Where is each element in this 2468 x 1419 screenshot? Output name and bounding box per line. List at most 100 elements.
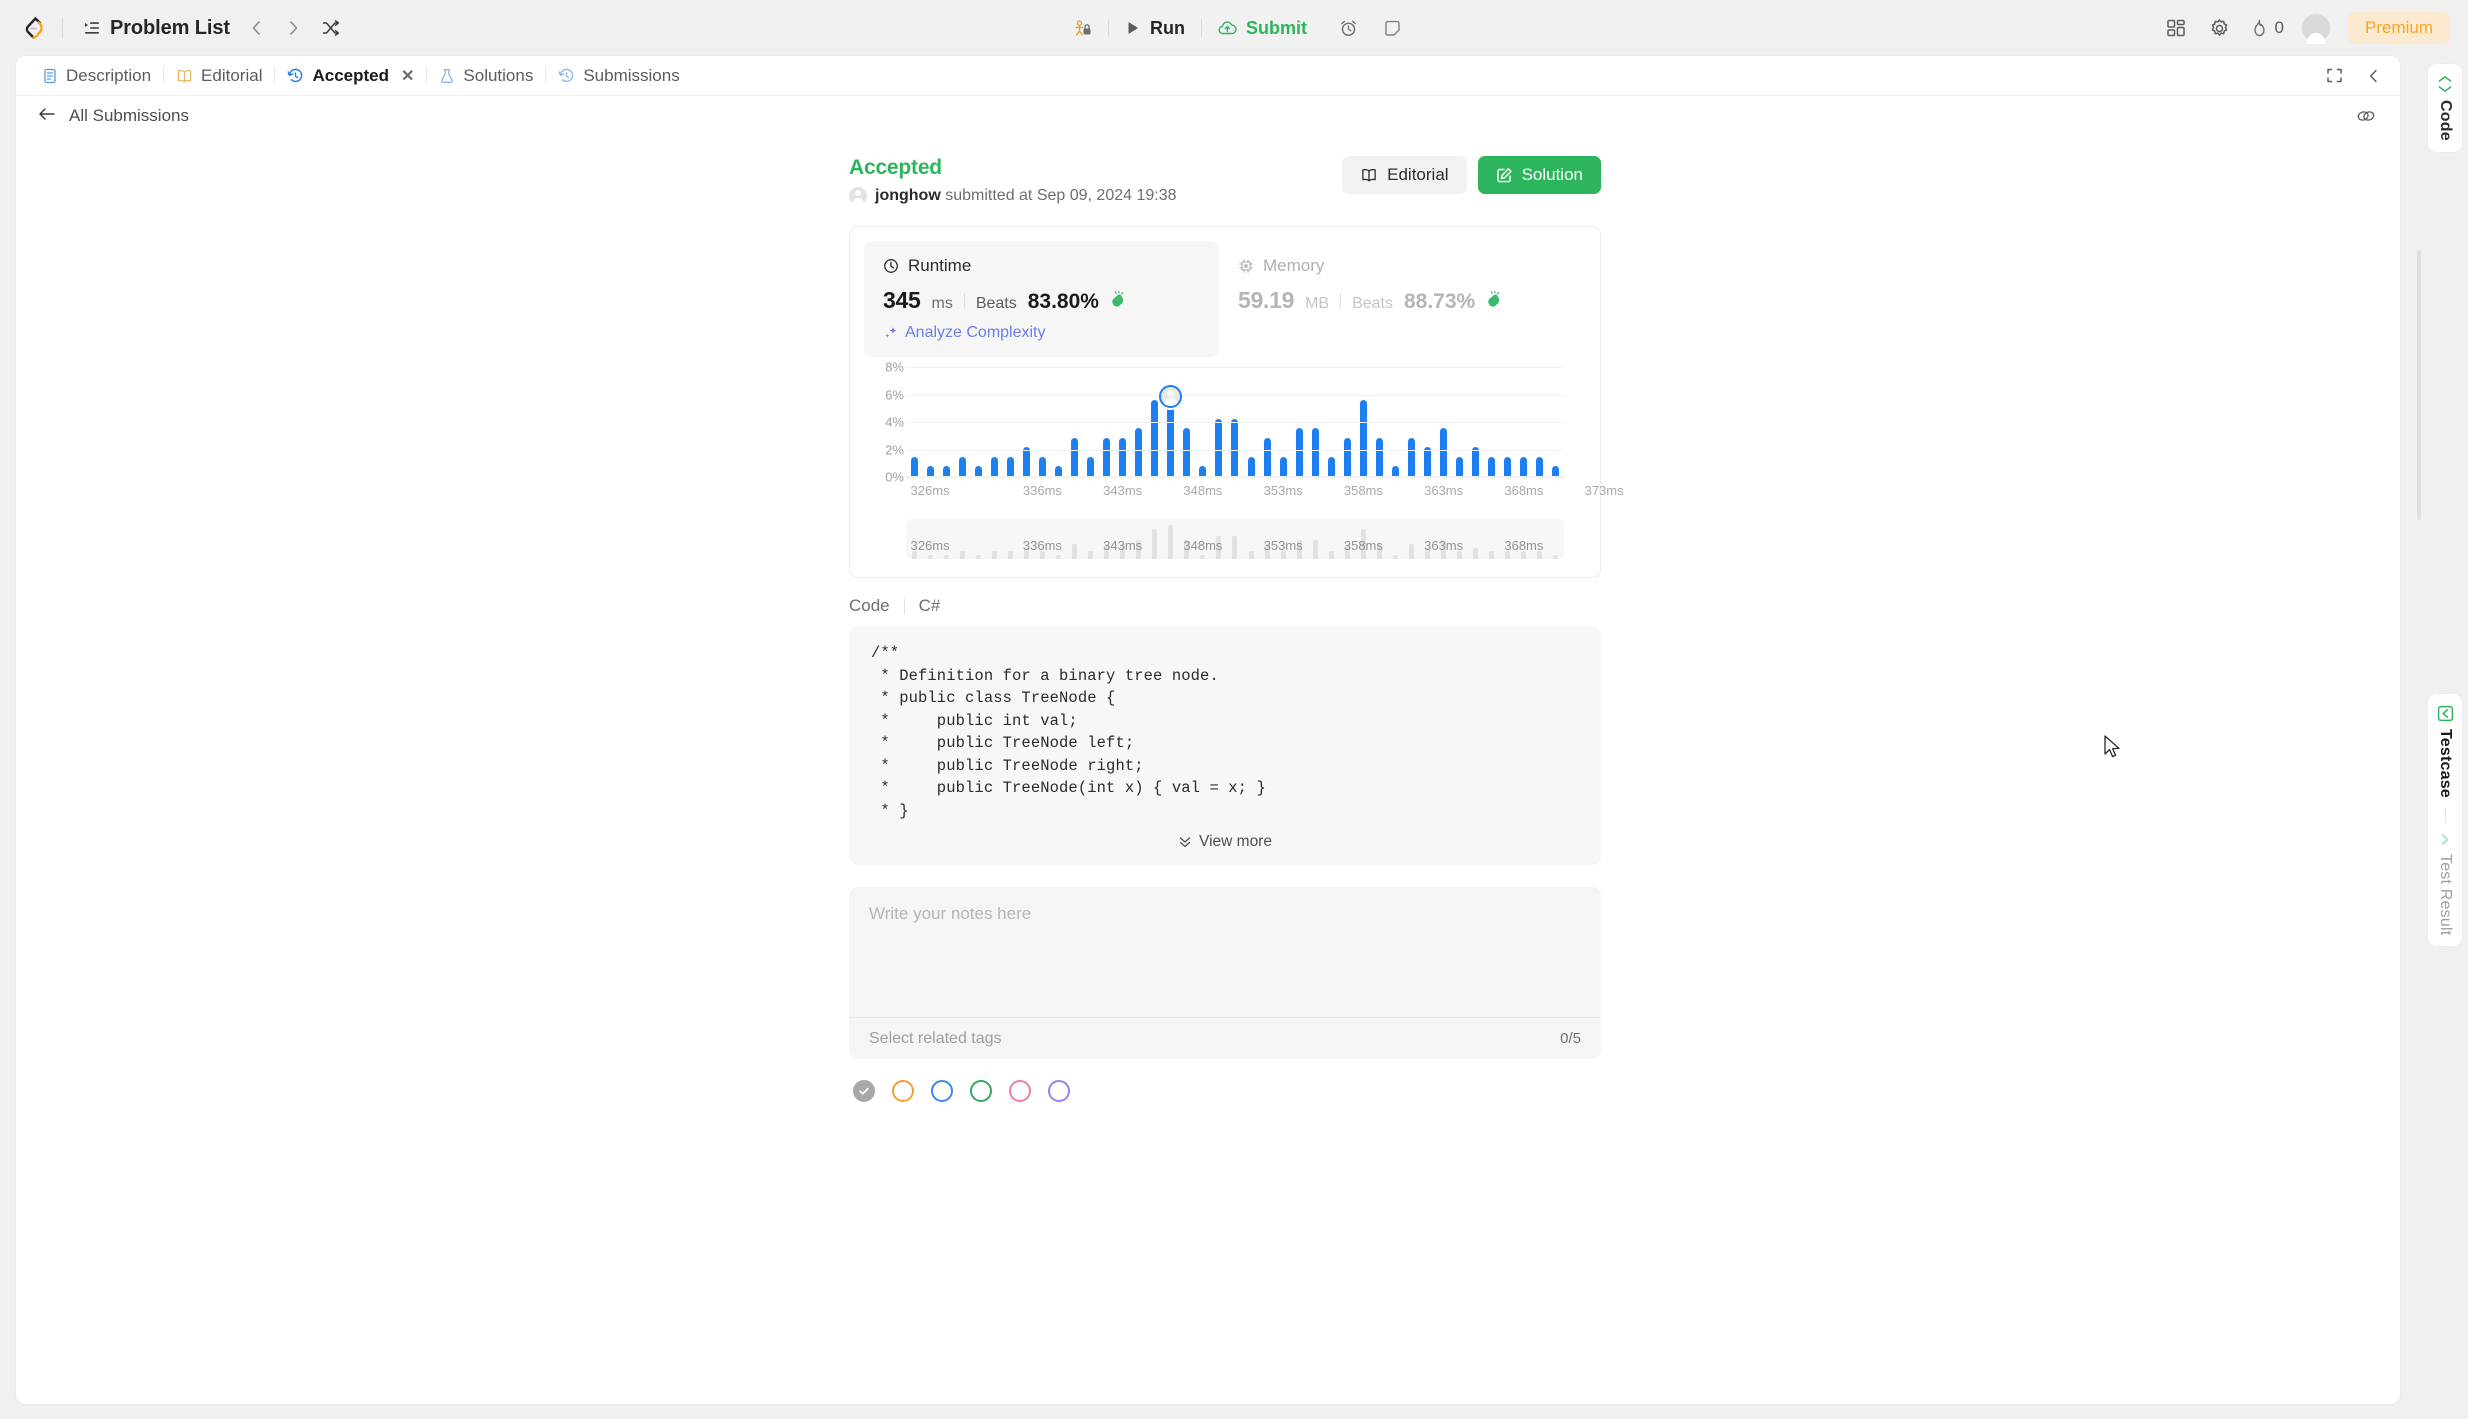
chart-range-minimap[interactable]: 326ms 336ms 343ms 348ms 353ms 358ms 363ms 368ms… [906,519,1564,559]
scrollbar-track[interactable] [2417,250,2421,1290]
tab-description[interactable]: Description [30,59,163,93]
chart-bar[interactable] [910,456,918,476]
chart-bar-slot[interactable] [1291,366,1307,476]
note-icon[interactable] [1373,11,1411,45]
chart-bar[interactable] [1424,447,1432,476]
scrollbar-thumb[interactable] [2417,250,2421,520]
chart-bar-slot[interactable] [1500,366,1516,476]
chart-bar-slot[interactable] [1548,366,1564,476]
alarm-clock-icon[interactable] [1329,11,1367,45]
chart-bar[interactable] [1488,456,1496,476]
chart-bar-slot[interactable] [1468,366,1484,476]
chart-bar-slot[interactable] [1002,366,1018,476]
chart-bar[interactable] [1343,437,1351,476]
chart-bar-slot[interactable] [1066,366,1082,476]
chart-bar[interactable] [1183,427,1191,476]
chart-bar-slot[interactable] [1243,366,1259,476]
collapse-panel-icon[interactable] [2362,64,2386,88]
gear-icon[interactable] [2207,15,2233,41]
chart-bar-slot[interactable] [1131,366,1147,476]
chart-bar-slot[interactable] [1115,366,1131,476]
chart-bar-slot[interactable] [1387,366,1403,476]
chart-bar[interactable] [1552,466,1560,476]
tab-editorial[interactable]: Editorial [164,59,274,93]
streak-counter[interactable]: 0 [2251,18,2284,38]
chevron-right-icon[interactable] [278,13,308,43]
chart-bar-slot[interactable] [986,366,1002,476]
chart-bar[interactable] [1103,437,1111,476]
chart-bar-slot[interactable] [970,366,986,476]
chart-bar[interactable] [1536,456,1544,476]
color-dot-orange[interactable] [892,1080,914,1102]
chart-bar[interactable] [1504,456,1512,476]
chart-bar[interactable] [1407,437,1415,476]
chart-bar[interactable] [1231,418,1239,476]
chevron-right-small-icon[interactable] [2438,832,2453,847]
chart-bar[interactable] [1327,456,1335,476]
chart-bar[interactable] [1520,456,1528,476]
chart-bar-slot[interactable] [1018,366,1034,476]
chart-bar-slot[interactable] [1147,366,1163,476]
chart-bar[interactable] [1472,447,1480,476]
chart-bar[interactable] [1151,399,1159,476]
analyze-complexity-link[interactable]: Analyze Complexity [883,324,1200,342]
submit-button[interactable]: Submit [1202,11,1323,45]
chart-bar[interactable] [1199,466,1207,476]
chart-bar[interactable] [1263,437,1271,476]
chart-bar-slot[interactable] [1516,366,1532,476]
chart-bar-slot[interactable] [1163,366,1179,476]
avatar[interactable] [2301,14,2330,44]
testcase-rail-label[interactable]: Testcase [2436,729,2454,798]
checkbox-square-icon[interactable] [2437,705,2454,722]
chart-bar-slot[interactable] [1484,366,1500,476]
shuffle-icon[interactable] [316,13,346,43]
color-dot-gray[interactable] [853,1080,875,1102]
leetcode-logo-icon[interactable] [18,13,48,43]
chart-bar[interactable] [942,466,950,476]
all-submissions-back-link[interactable]: All Submissions [38,105,189,127]
chart-bar[interactable] [926,466,934,476]
chart-bar[interactable] [1215,418,1223,476]
chart-bar-slot[interactable] [1307,366,1323,476]
chart-bar-slot[interactable] [922,366,938,476]
memory-metric-box[interactable]: Memory 59.19 MB Beats 88.73% [1219,241,1574,357]
chart-bar-slot[interactable] [1211,366,1227,476]
link-icon[interactable] [2354,104,2378,128]
chart-bar-slot[interactable] [1403,366,1419,476]
chart-bar-slot[interactable] [906,366,922,476]
chart-bar-slot[interactable] [1339,366,1355,476]
color-dot-purple[interactable] [1048,1080,1070,1102]
test-result-rail-label[interactable]: Test Result [2436,854,2454,935]
runtime-metric-box[interactable]: Runtime 345 ms Beats 83.80% Analyze Comp… [864,241,1219,357]
fullscreen-icon[interactable] [2322,64,2346,88]
editorial-button[interactable]: Editorial [1342,156,1467,194]
tab-solutions[interactable]: Solutions [427,59,545,93]
notes-panel[interactable]: Write your notes here Select related tag… [849,887,1601,1059]
chart-bar[interactable] [958,456,966,476]
color-dot-pink[interactable] [1009,1080,1031,1102]
run-button[interactable]: Run [1109,11,1201,45]
chart-bar-slot[interactable] [1195,366,1211,476]
chart-bar-slot[interactable] [1371,366,1387,476]
chart-bar[interactable] [1006,456,1014,476]
code-rail-tab[interactable]: Code [2428,64,2462,152]
chart-bar[interactable] [1247,456,1255,476]
chart-bar-slot[interactable] [1452,366,1468,476]
chart-bar-slot[interactable] [1323,366,1339,476]
chart-bar[interactable] [1054,466,1062,476]
chart-bar[interactable] [1391,466,1399,476]
debug-button[interactable] [1057,11,1108,45]
chart-plot-area[interactable] [906,366,1564,478]
chart-bar-slot[interactable] [1179,366,1195,476]
chart-bar-slot[interactable] [1034,366,1050,476]
chart-bar-slot[interactable] [1083,366,1099,476]
chart-bar-slot[interactable] [1436,366,1452,476]
apps-grid-icon[interactable] [2163,15,2189,41]
chart-bar[interactable] [990,456,998,476]
notes-input[interactable]: Write your notes here [869,904,1031,924]
chart-bar-slot[interactable] [1532,366,1548,476]
chart-bar-slot[interactable] [1259,366,1275,476]
chart-bar-slot[interactable] [1420,366,1436,476]
premium-button[interactable]: Premium [2347,12,2450,44]
problem-list-button[interactable]: Problem List [77,13,236,44]
